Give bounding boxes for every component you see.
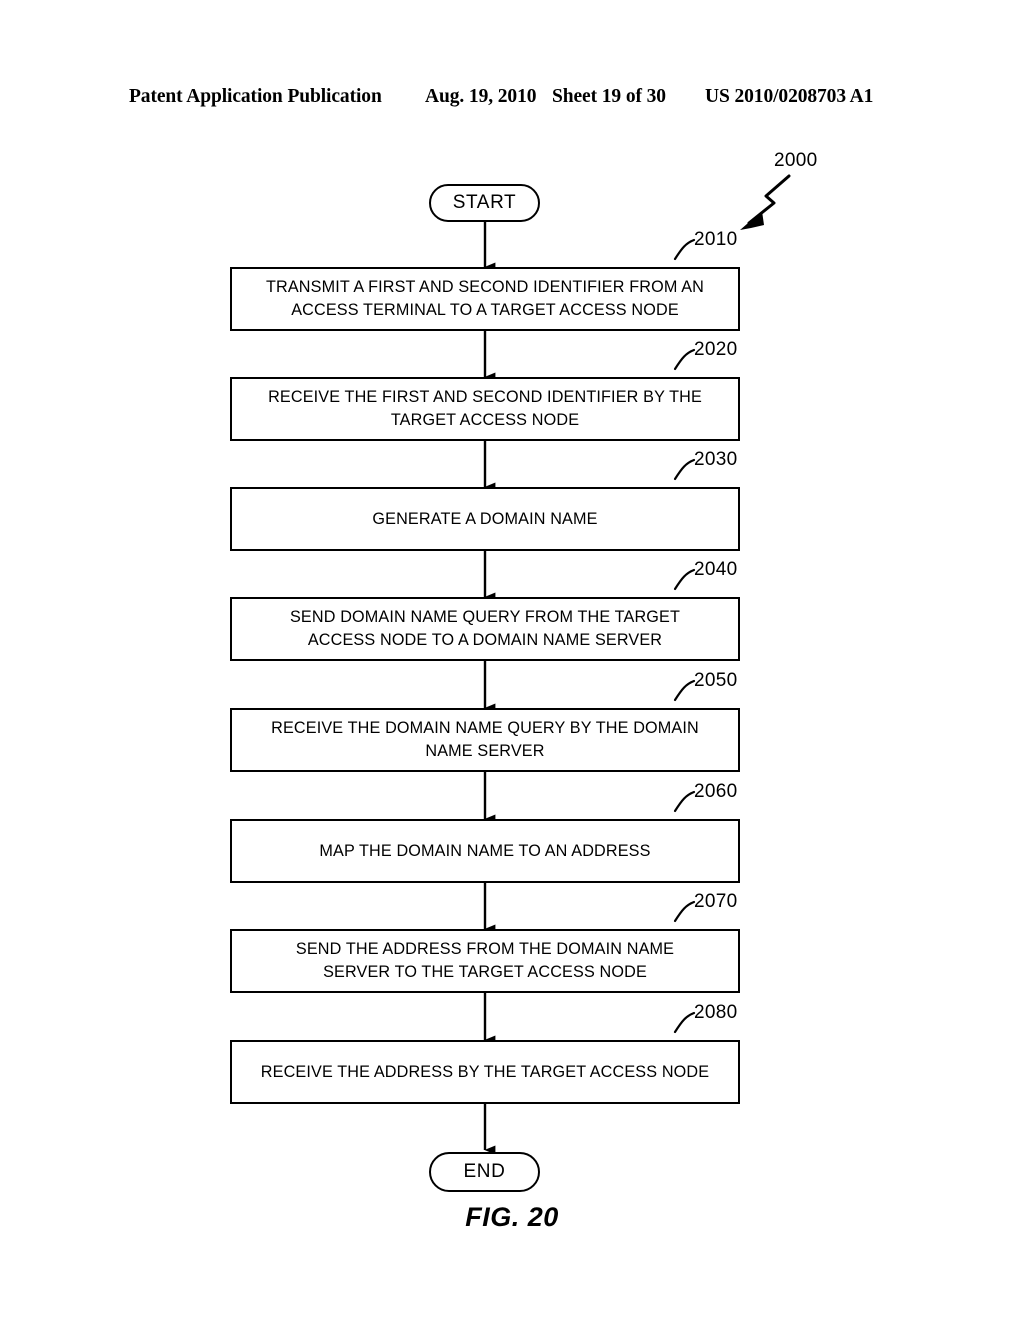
flow-node-end: END bbox=[429, 1152, 540, 1192]
ref-numeral-2020: 2020 bbox=[694, 339, 738, 360]
ref-numeral-2070: 2070 bbox=[694, 891, 738, 912]
flow-step-2070-line1: SEND THE ADDRESS FROM THE DOMAIN NAME bbox=[295, 940, 675, 958]
diagram-ref-arrowhead bbox=[740, 211, 764, 230]
figure-caption: FIG. 20 bbox=[465, 1202, 559, 1232]
flow-step-2070-line2: SERVER TO THE TARGET ACCESS NODE bbox=[323, 963, 647, 981]
flow-step-2060-line1: MAP THE DOMAIN NAME TO AN ADDRESS bbox=[319, 841, 651, 860]
flow-step-2050-line2: NAME SERVER bbox=[425, 742, 545, 760]
ref-numeral-2010: 2010 bbox=[694, 229, 738, 250]
flow-node-start-label: START bbox=[452, 192, 517, 213]
flow-node-start: START bbox=[429, 184, 540, 222]
ref-numeral-2060: 2060 bbox=[694, 781, 738, 802]
flow-step-2040: SEND DOMAIN NAME QUERY FROM THE TARGET A… bbox=[230, 597, 740, 661]
flow-step-2030-line1: GENERATE A DOMAIN NAME bbox=[372, 509, 598, 528]
ref-numeral-2080: 2080 bbox=[694, 1002, 738, 1023]
flow-step-2030: GENERATE A DOMAIN NAME bbox=[230, 487, 740, 551]
flow-step-2050: RECEIVE THE DOMAIN NAME QUERY BY THE DOM… bbox=[230, 708, 740, 772]
ref-numeral-2030: 2030 bbox=[694, 449, 738, 470]
flow-step-2080: RECEIVE THE ADDRESS BY THE TARGET ACCESS… bbox=[230, 1040, 740, 1104]
flow-step-2070: SEND THE ADDRESS FROM THE DOMAIN NAME SE… bbox=[230, 929, 740, 993]
flow-step-2080-line1: RECEIVE THE ADDRESS BY THE TARGET ACCESS… bbox=[260, 1062, 710, 1081]
flow-step-2020-line2: TARGET ACCESS NODE bbox=[390, 411, 580, 429]
flow-step-2060: MAP THE DOMAIN NAME TO AN ADDRESS bbox=[230, 819, 740, 883]
ref-numeral-2000: 2000 bbox=[774, 150, 818, 171]
flow-node-end-label: END bbox=[463, 1161, 506, 1182]
flow-step-2020-line1: RECEIVE THE FIRST AND SECOND IDENTIFIER … bbox=[268, 388, 702, 406]
flow-step-2010-line1: TRANSMIT A FIRST AND SECOND IDENTIFIER F… bbox=[265, 278, 704, 296]
flow-step-2020: RECEIVE THE FIRST AND SECOND IDENTIFIER … bbox=[230, 377, 740, 441]
flow-step-2010: TRANSMIT A FIRST AND SECOND IDENTIFIER F… bbox=[230, 267, 740, 331]
flow-step-2040-line2: ACCESS NODE TO A DOMAIN NAME SERVER bbox=[307, 631, 663, 649]
flow-step-2040-line1: SEND DOMAIN NAME QUERY FROM THE TARGET bbox=[289, 608, 681, 626]
flow-step-2010-line2: ACCESS TERMINAL TO A TARGET ACCESS NODE bbox=[291, 301, 679, 319]
diagram-ref-arrow bbox=[747, 174, 791, 225]
ref-numeral-2040: 2040 bbox=[694, 559, 738, 580]
ref-numeral-2050: 2050 bbox=[694, 670, 738, 691]
flowchart-diagram: START TRANSMIT A FIRST AND SECOND IDENTI… bbox=[0, 0, 1024, 1320]
flow-step-2050-line1: RECEIVE THE DOMAIN NAME QUERY BY THE DOM… bbox=[271, 719, 699, 737]
